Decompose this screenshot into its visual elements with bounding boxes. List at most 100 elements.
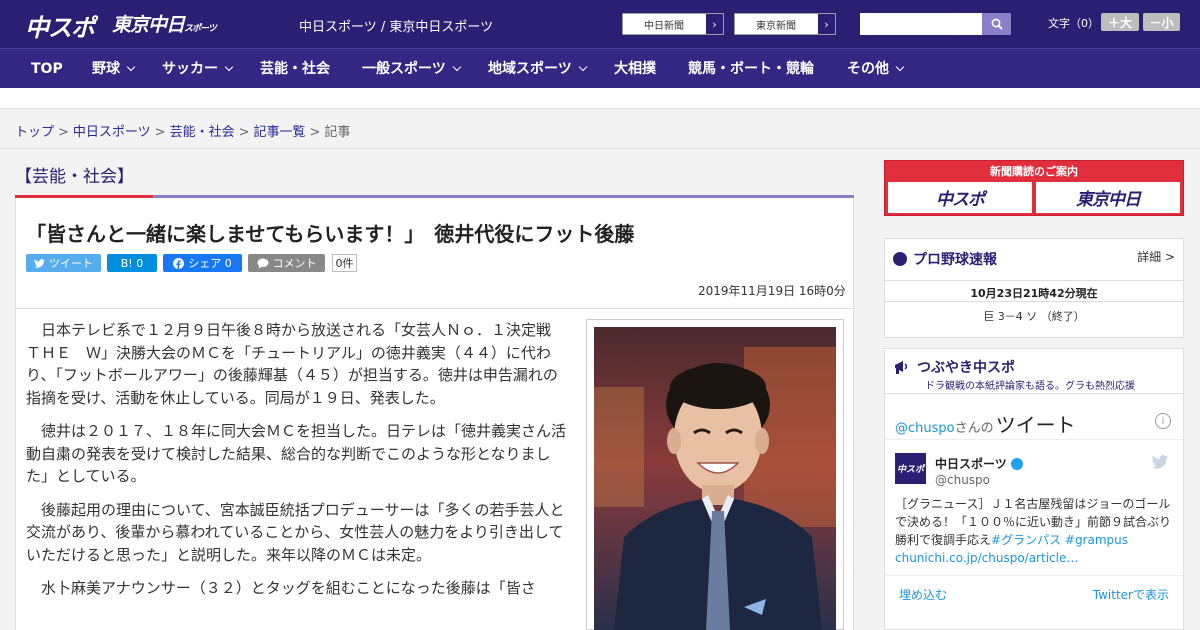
nav-label: 競馬・ボート・競輪 [688, 61, 814, 77]
tokyo-chunichi-logo[interactable]: 東京中日スポーツ [112, 10, 217, 37]
chevron-down-icon [126, 62, 136, 72]
tweet-author-name: 中日スポーツ [935, 457, 1007, 471]
search-button[interactable] [982, 13, 1011, 35]
chuspo-logo[interactable]: 中スポ [25, 8, 95, 43]
nav-label: 地域スポーツ [488, 61, 572, 77]
breadcrumb-sep: > [238, 125, 250, 140]
facebook-icon [173, 257, 185, 269]
font-bigger-button[interactable]: ＋大 [1101, 13, 1139, 31]
breadcrumb-sep: > [154, 125, 166, 140]
nav-item-entertainment[interactable]: 芸能・社会 [260, 49, 330, 89]
twitter-timeline-word: ツイート [995, 413, 1076, 437]
nav-label: 野球 [92, 61, 120, 77]
breadcrumb-section[interactable]: 芸能・社会 [170, 125, 235, 140]
baseball-scores-box: プロ野球速報 詳細 > 10月23日21時42分現在 巨 3－4 ソ （終了） [884, 238, 1184, 338]
nav-label: 大相撲 [614, 61, 656, 77]
facebook-share-button[interactable]: シェア 0 [163, 254, 242, 272]
nav-item-other[interactable]: その他 [847, 49, 905, 89]
section-heading: 【芸能・社会】 [15, 167, 134, 187]
tweet-author-handle[interactable]: @chuspo [935, 473, 990, 487]
nav-label: その他 [847, 61, 889, 77]
tweet-button[interactable]: ツイート [26, 254, 101, 272]
subscription-banner[interactable]: 新聞購読のご案内 中スポ 東京中日 [884, 160, 1184, 216]
twitter-heading-text: つぶやき中スポ [917, 360, 1015, 376]
twitter-box: つぶやき中スポ ドラ観戦の本紙評論家も語る。グラも熱烈応援 @chuspoさんの… [884, 348, 1184, 630]
chevron-down-icon [224, 62, 234, 72]
nav-item-sumo[interactable]: 大相撲 [614, 49, 656, 89]
font-smaller-button[interactable]: －小 [1143, 13, 1180, 31]
breadcrumb-list[interactable]: 記事一覧 [254, 125, 306, 140]
article-title: 「皆さんと一緒に楽しませてもらいます！」 徳井代役にフット後藤 [26, 222, 635, 246]
search-icon [991, 18, 1003, 30]
baseball-icon [893, 252, 907, 266]
hatena-bookmark-button[interactable]: B! 0 [107, 254, 157, 272]
verified-badge-icon [1010, 457, 1023, 470]
comment-icon [257, 258, 268, 268]
embed-link[interactable]: 埋め込む [899, 586, 947, 603]
twitter-timeline-suffix: さんの [954, 421, 994, 436]
subscribe-chuspo-button[interactable]: 中スポ [888, 182, 1032, 213]
chevron-right-icon: › [817, 14, 835, 34]
subscription-title: 新聞購読のご案内 [990, 165, 1078, 178]
info-icon[interactable]: i [1155, 413, 1171, 429]
nav-item-general-sports[interactable]: 一般スポーツ [362, 49, 461, 89]
search-input[interactable] [860, 13, 982, 35]
article-paragraph: 徳井は２０１７、１８年に同大会ＭＣを担当した。日テレは「徳井義実さん活動自粛の発… [26, 422, 567, 485]
article-paragraph: 水卜麻美アナウンサー（３２）とタッグを組むことになった後藤は「皆さ [41, 579, 536, 597]
tweet-text: ［グラニュース］Ｊ１名古屋残留はジョーのゴールで決める！「１００％に近い動き」前… [895, 495, 1177, 567]
tweet-label: ツイート [49, 257, 93, 270]
breadcrumb-sep: > [309, 125, 321, 140]
baseball-timestamp: 10月23日21時42分現在 [885, 280, 1183, 301]
chevron-down-icon [452, 62, 461, 72]
font-size-label: 文字（0） [1048, 17, 1099, 30]
site-title[interactable]: 中日スポーツ / 東京中日スポーツ [299, 16, 493, 35]
breadcrumb: トップ > 中日スポーツ > 芸能・社会 > 記事一覧 > 記事 [0, 108, 1200, 149]
avatar[interactable]: 中スポ [895, 453, 926, 484]
tweet-author[interactable]: 中日スポーツ [935, 455, 1023, 472]
baseball-detail-link[interactable]: 詳細 > [1137, 248, 1175, 265]
twitter-timeline-title: @chuspoさんの ツイート [895, 409, 1076, 438]
tokyo-shimbun-button[interactable]: 東京新聞 › [734, 13, 836, 35]
article-date: 2019年11月19日 16時0分 [698, 284, 846, 298]
chevron-down-icon [578, 62, 587, 72]
main-nav: TOP 野球 サッカー 芸能・社会 一般スポーツ 地域スポーツ 大相撲 競馬・ボ… [0, 48, 1200, 88]
comment-label: コメント [272, 257, 317, 270]
comment-button[interactable]: コメント [248, 254, 325, 272]
nav-label: 芸能・社会 [260, 61, 330, 77]
breadcrumb-trail: トップ > 中日スポーツ > 芸能・社会 > 記事一覧 > 記事 [15, 121, 350, 140]
divider [885, 439, 1183, 440]
view-on-twitter-link[interactable]: Twitterで表示 [1093, 586, 1169, 603]
baseball-heading-text: プロ野球速報 [913, 252, 997, 268]
megaphone-icon [895, 361, 908, 374]
nav-item-local-sports[interactable]: 地域スポーツ [488, 49, 587, 89]
subscribe-tokyo-button[interactable]: 東京中日 [1036, 182, 1180, 213]
chevron-down-icon [895, 62, 905, 72]
breadcrumb-top[interactable]: トップ [15, 125, 54, 140]
article-paragraph: 後藤起用の理由について、宮本誠臣統括プロデューサーは「多くの若手芸人と交流があり… [26, 500, 565, 564]
person-photo-illustration [594, 327, 836, 630]
article-body: 日本テレビ系で１２月９日午後８時から放送される「女芸人Ｎｏ．１決定戦 ＴＨＥ Ｗ… [26, 319, 571, 611]
twitter-bird-icon[interactable] [1151, 455, 1169, 469]
chunichi-shimbun-button[interactable]: 中日新聞 › [622, 13, 724, 35]
tweet-link[interactable]: chunichi.co.jp/chuspo/article… [895, 551, 1078, 565]
tokyo-logo-text: 東京中日 [112, 14, 185, 36]
nav-label: 一般スポーツ [362, 61, 446, 77]
divider [885, 575, 1183, 576]
nav-item-baseball[interactable]: 野球 [92, 49, 136, 89]
twitter-heading: つぶやき中スポ [893, 357, 1015, 377]
twitter-timeline-handle[interactable]: @chuspo [895, 421, 955, 436]
nav-label: TOP [31, 61, 63, 77]
nav-item-racing[interactable]: 競馬・ボート・競輪 [688, 49, 814, 89]
article-photo[interactable] [594, 327, 836, 630]
article-paragraph: 日本テレビ系で１２月９日午後８時から放送される「女芸人Ｎｏ．１決定戦 ＴＨＥ Ｗ… [26, 321, 567, 407]
nav-item-top[interactable]: TOP [31, 49, 63, 89]
tokyo-logo-sub: スポーツ [184, 24, 217, 34]
breadcrumb-chunichi[interactable]: 中日スポーツ [73, 125, 151, 140]
nav-item-soccer[interactable]: サッカー [162, 49, 234, 89]
baseball-score[interactable]: 巨 3－4 ソ （終了） [885, 301, 1183, 338]
article-divider [16, 308, 853, 309]
facebook-label: シェア 0 [188, 257, 232, 270]
breadcrumb-current: 記事 [324, 125, 351, 140]
tweet-hashtags[interactable]: #グランパス #grampus [991, 533, 1128, 547]
divider [885, 393, 1183, 394]
